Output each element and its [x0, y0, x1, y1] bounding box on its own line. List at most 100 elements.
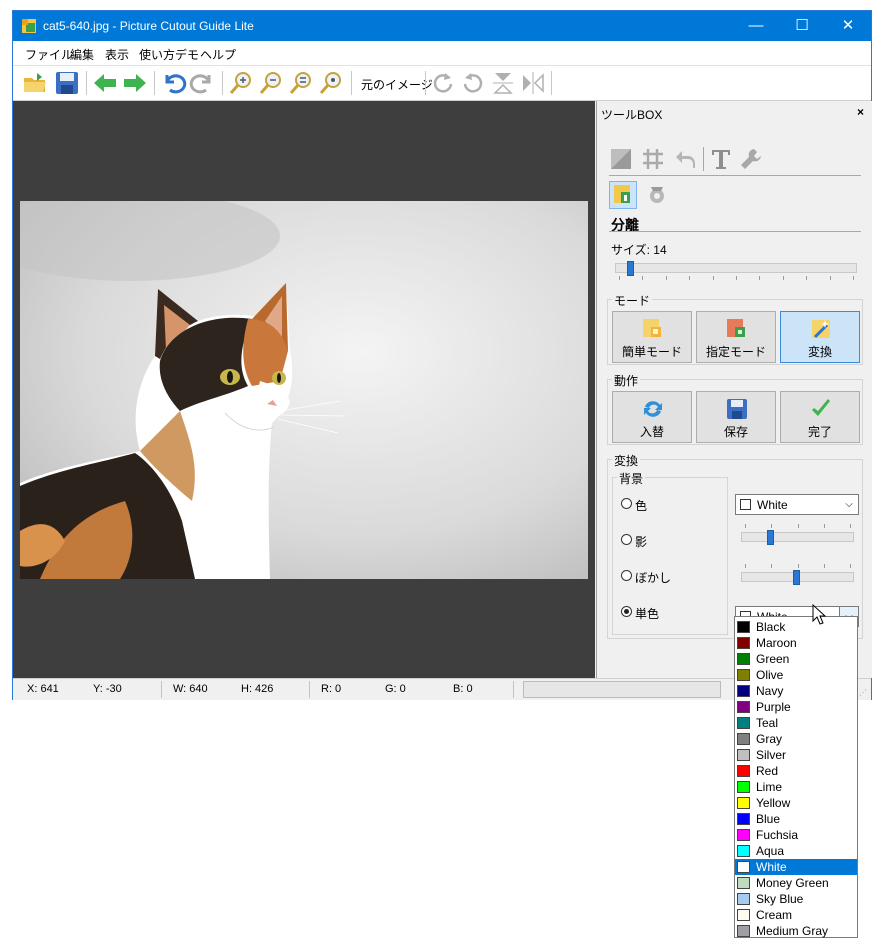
- dropdown-option[interactable]: Money Green: [735, 875, 857, 891]
- blur-slider-thumb[interactable]: [793, 570, 800, 585]
- dropdown-option-label: Purple: [756, 700, 791, 714]
- image-canvas[interactable]: [0, 101, 595, 678]
- flip-horizontal-icon[interactable]: [519, 70, 547, 96]
- convert-mode-button[interactable]: 変換: [780, 311, 860, 363]
- zoom-fit-icon[interactable]: [287, 70, 315, 96]
- rotate-right-icon[interactable]: [429, 70, 457, 96]
- title-bar[interactable]: cat5-640.jpg - Picture Cutout Guide Lite…: [13, 11, 871, 41]
- color-swatch: [737, 637, 750, 649]
- menu-help[interactable]: ヘルプ: [200, 46, 236, 63]
- dropdown-option[interactable]: Purple: [735, 699, 857, 715]
- flip-vertical-icon[interactable]: [489, 70, 517, 96]
- dropdown-option[interactable]: Red: [735, 763, 857, 779]
- swap-button[interactable]: 入替: [612, 391, 692, 443]
- specified-mode-label: 指定モード: [705, 345, 766, 359]
- radio-mono-circle[interactable]: [621, 606, 632, 617]
- specified-mode-button[interactable]: 指定モード: [696, 311, 776, 363]
- dropdown-option[interactable]: Fuchsia: [735, 827, 857, 843]
- radio-shadow-circle[interactable]: [621, 534, 632, 545]
- wrench-tool-icon[interactable]: [739, 147, 763, 171]
- close-button[interactable]: ✕: [825, 11, 871, 41]
- undo-tool-icon[interactable]: [673, 147, 697, 171]
- redo-icon[interactable]: [189, 70, 217, 96]
- size-slider-ticks: [615, 276, 857, 281]
- dropdown-option-label: Navy: [756, 684, 784, 698]
- zoom-actual-icon[interactable]: [317, 70, 345, 96]
- status-separator: [309, 681, 310, 698]
- status-red: R: 0: [321, 683, 342, 695]
- size-slider-thumb[interactable]: [627, 261, 634, 276]
- undo-icon[interactable]: [159, 70, 187, 96]
- back-arrow-icon[interactable]: [91, 70, 119, 96]
- dropdown-option[interactable]: Gray: [735, 731, 857, 747]
- slider-tick: [850, 564, 851, 568]
- dropdown-option[interactable]: Teal: [735, 715, 857, 731]
- zoom-in-icon[interactable]: [227, 70, 255, 96]
- dropdown-option-label: Teal: [756, 716, 779, 730]
- zoom-out-icon[interactable]: [257, 70, 285, 96]
- menu-view[interactable]: 表示: [105, 46, 129, 63]
- magic-wand-icon: [809, 317, 833, 341]
- minimize-button[interactable]: —: [733, 11, 779, 41]
- dropdown-option[interactable]: Aqua: [735, 843, 857, 859]
- save-disk-icon[interactable]: [53, 70, 81, 96]
- easy-mode-button[interactable]: 簡単モード: [612, 311, 692, 363]
- menu-file[interactable]: ファイル: [25, 46, 73, 63]
- radio-blur-circle[interactable]: [621, 570, 632, 581]
- menu-demo[interactable]: 使い方デモ: [139, 46, 199, 63]
- slider-tick: [771, 524, 772, 528]
- separate-tool-icon[interactable]: [609, 181, 637, 209]
- background-color-combo[interactable]: White ⌵: [735, 494, 859, 515]
- easy-mode-icon: [641, 317, 665, 341]
- radio-color-label: 色: [635, 499, 648, 513]
- dropdown-option[interactable]: White: [735, 859, 857, 875]
- window-title: cat5-640.jpg - Picture Cutout Guide Lite: [43, 19, 254, 33]
- dropdown-option[interactable]: Sky Blue: [735, 891, 857, 907]
- original-image-button[interactable]: 元のイメージ: [361, 76, 433, 93]
- dropdown-option[interactable]: Maroon: [735, 635, 857, 651]
- size-slider[interactable]: [615, 263, 857, 273]
- color-swatch: [737, 733, 750, 745]
- dropdown-option[interactable]: Black: [735, 619, 857, 635]
- menu-edit[interactable]: 編集: [70, 46, 94, 63]
- save-result-button[interactable]: 保存: [696, 391, 776, 443]
- cat-photo[interactable]: [0, 191, 588, 579]
- dropdown-option[interactable]: Medium Gray: [735, 923, 857, 939]
- forward-arrow-icon[interactable]: [121, 70, 149, 96]
- dropdown-option[interactable]: Lime: [735, 779, 857, 795]
- easy-mode-label: 簡単モード: [621, 345, 682, 359]
- color-swatch: [740, 499, 751, 510]
- dropdown-option[interactable]: Silver: [735, 747, 857, 763]
- resize-grip-icon[interactable]: ⋰: [859, 688, 869, 698]
- color-swatch: [737, 749, 750, 761]
- status-blue: B: 0: [453, 683, 473, 695]
- shadow-slider-ticks: [741, 524, 854, 529]
- color-swatch: [737, 861, 750, 873]
- color-dropdown-list[interactable]: Black Maroon Green Olive Navy Purple Teal Gray S…: [734, 616, 858, 938]
- color-swatch: [737, 925, 750, 937]
- dropdown-option[interactable]: Cream: [735, 907, 857, 923]
- toolbar-separator: [425, 71, 426, 95]
- settings-tool-icon[interactable]: [645, 183, 669, 207]
- chevron-down-icon[interactable]: ⌵: [840, 495, 858, 514]
- dropdown-option[interactable]: Olive: [735, 667, 857, 683]
- done-button[interactable]: 完了: [780, 391, 860, 443]
- open-folder-icon[interactable]: [21, 70, 49, 96]
- action-group: 動作 入替 保存 完了: [607, 372, 863, 445]
- grid-tool-icon[interactable]: [641, 147, 665, 171]
- dropdown-option[interactable]: Green: [735, 651, 857, 667]
- rotate-left-icon[interactable]: [459, 70, 487, 96]
- toolbox-close-button[interactable]: ×: [857, 105, 864, 119]
- toolbox-divider: [609, 175, 861, 176]
- crop-tool-icon[interactable]: [609, 147, 633, 171]
- radio-color-circle[interactable]: [621, 498, 632, 509]
- shadow-slider-thumb[interactable]: [767, 530, 774, 545]
- shadow-slider[interactable]: [741, 532, 854, 542]
- maximize-button[interactable]: ☐: [779, 11, 825, 41]
- text-tool-icon[interactable]: [709, 147, 733, 171]
- status-separator: [161, 681, 162, 698]
- color-swatch: [737, 813, 750, 825]
- dropdown-option[interactable]: Yellow: [735, 795, 857, 811]
- dropdown-option[interactable]: Navy: [735, 683, 857, 699]
- dropdown-option[interactable]: Blue: [735, 811, 857, 827]
